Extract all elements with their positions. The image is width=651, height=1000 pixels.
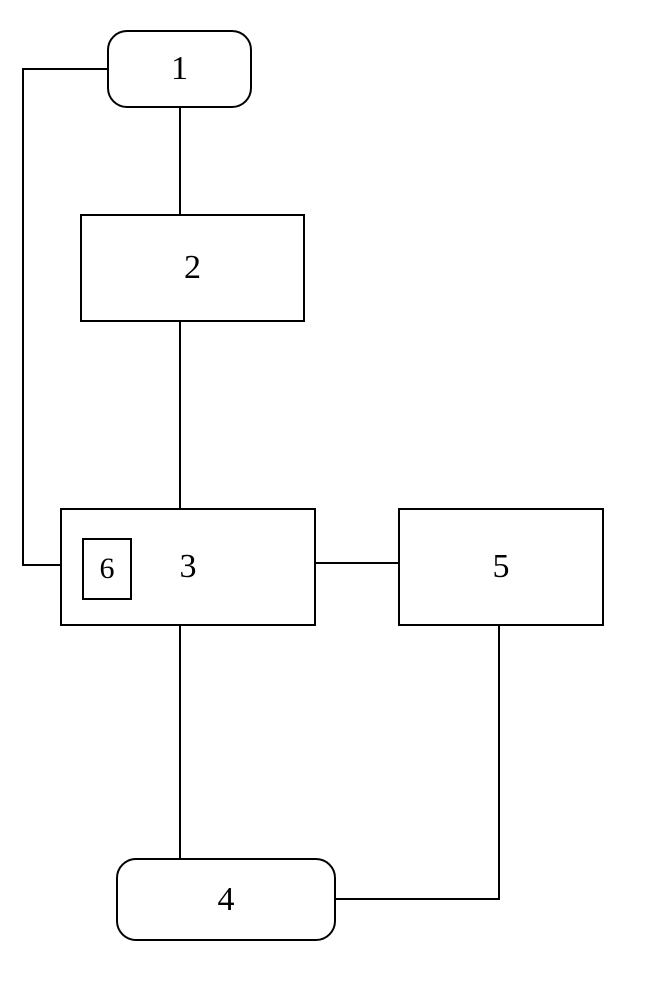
block-1-label: 1 <box>171 50 188 88</box>
connector-5-4-h <box>336 898 500 900</box>
connector-1-3-v <box>22 68 24 566</box>
block-6: 6 <box>82 538 132 600</box>
connector-1-2 <box>179 108 181 214</box>
connector-3-5 <box>316 562 398 564</box>
connector-2-3 <box>179 322 181 508</box>
block-6-label: 6 <box>100 552 115 586</box>
connector-3-4 <box>179 626 181 858</box>
block-3: 3 6 <box>60 508 316 626</box>
block-1: 1 <box>107 30 252 108</box>
block-5-label: 5 <box>493 548 510 586</box>
block-3-label: 3 <box>180 548 197 586</box>
connector-1-3-h2 <box>22 564 60 566</box>
block-4-label: 4 <box>218 881 235 919</box>
connector-1-3-h1 <box>22 68 107 70</box>
block-4: 4 <box>116 858 336 941</box>
block-5: 5 <box>398 508 604 626</box>
block-2-label: 2 <box>184 249 201 287</box>
connector-5-4-v <box>498 626 500 898</box>
block-2: 2 <box>80 214 305 322</box>
